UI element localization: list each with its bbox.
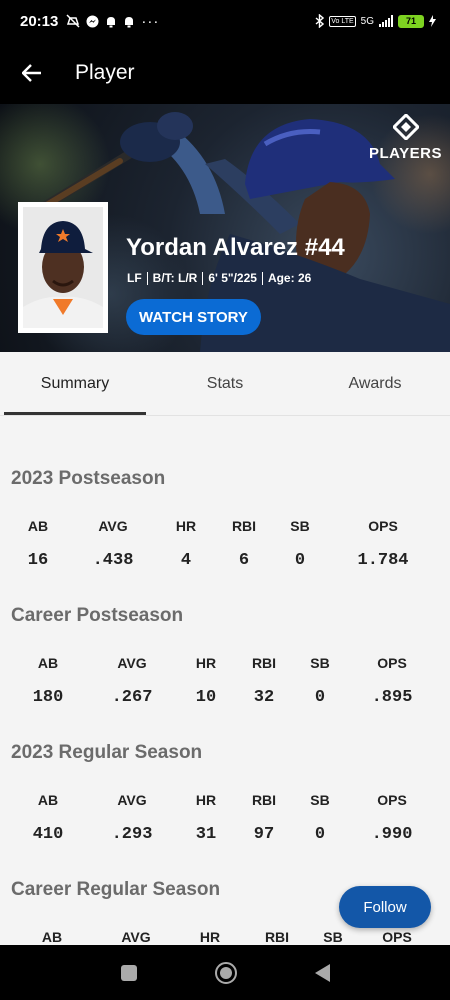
section-title: 2023 Regular Season: [11, 742, 203, 763]
arrow-left-icon: [22, 64, 41, 82]
signal-icon: [379, 15, 393, 27]
bell-icon: [107, 16, 116, 27]
stats-header-row: AB AVG HR RBI SB OPS: [0, 929, 450, 945]
follow-button[interactable]: Follow: [339, 886, 431, 928]
player-name: Yordan Alvarez #44: [126, 234, 345, 261]
stat-header-rbi: RBI: [231, 518, 257, 534]
notification-icons: ···: [66, 13, 159, 30]
tab-stats[interactable]: Stats: [150, 352, 300, 415]
volte-icon: Vo LTE: [329, 15, 356, 27]
headshot-image: [23, 207, 103, 328]
stat-header-sb: SB: [310, 792, 330, 808]
back-button[interactable]: [0, 42, 64, 104]
stat-header-rbi: RBI: [251, 655, 277, 671]
stat-header-avg: AVG: [98, 518, 128, 534]
stats-section-2023-postseason: 2023 Postseason AB AVG HR RBI SB OPS 16 …: [0, 417, 450, 570]
stat-header-ops: OPS: [382, 929, 412, 945]
status-bar: 20:13 ··· Vo LTE 5G 71: [0, 0, 450, 42]
meta-divider: [261, 271, 263, 285]
tab-stats-label: Stats: [206, 374, 244, 392]
section-title: Career Regular Season: [11, 879, 221, 900]
system-nav-bar: [0, 945, 450, 1000]
system-icons: Vo LTE 5G 71: [315, 14, 436, 28]
system-back-icon[interactable]: [314, 963, 330, 982]
stat-header-sb: SB: [290, 518, 310, 534]
player-bats-throws: B/T: L/R: [152, 271, 198, 285]
stat-header-ab: AB: [41, 929, 63, 945]
watch-story-button[interactable]: WATCH STORY: [126, 299, 261, 335]
stats-header-row: AB AVG HR RBI SB OPS: [0, 792, 450, 812]
charging-icon: [429, 15, 436, 27]
stat-header-hr: HR: [195, 792, 217, 808]
stat-header-sb: SB: [323, 929, 343, 945]
stat-header-avg: AVG: [117, 792, 147, 808]
player-position: LF: [127, 271, 142, 285]
players-logo-icon: [391, 112, 420, 142]
bell-icon: [125, 16, 134, 27]
stat-header-hr: HR: [195, 655, 217, 671]
player-hero: PLAYERS Yordan Alvarez #44 LF B/T: L/R 6…: [0, 104, 450, 352]
status-time: 20:13: [20, 12, 59, 30]
meta-divider: [146, 271, 148, 285]
stat-header-ab: AB: [37, 792, 59, 808]
more-notifications-icon: ···: [141, 12, 160, 30]
summary-content[interactable]: 2023 Postseason AB AVG HR RBI SB OPS 16 …: [0, 417, 450, 945]
active-tab-indicator: [4, 412, 146, 415]
home-icon[interactable]: [214, 961, 237, 984]
player-height-weight: 6' 5"/225: [208, 271, 257, 285]
app-bar: Player: [0, 42, 450, 104]
player-headshot: [18, 202, 108, 333]
bluetooth-icon: [315, 14, 325, 28]
stats-section-2023-regular-season: 2023 Regular Season AB AVG HR RBI SB OPS…: [0, 691, 450, 844]
stat-header-rbi: RBI: [251, 792, 277, 808]
tab-summary[interactable]: Summary: [0, 352, 150, 415]
player-age: Age: 26: [267, 271, 312, 285]
players-logo: PLAYERS: [369, 112, 442, 162]
tab-summary-label: Summary: [40, 374, 110, 392]
meta-divider: [202, 271, 204, 285]
stats-header-row: AB AVG HR RBI SB OPS: [0, 655, 450, 675]
mute-icon: [66, 14, 80, 28]
section-title: 2023 Postseason: [11, 468, 166, 489]
battery-icon: 71: [398, 14, 424, 28]
players-logo-text: PLAYERS: [369, 145, 442, 162]
network-type: 5G: [360, 15, 374, 27]
stats-section-career-postseason: Career Postseason AB AVG HR RBI SB OPS 1…: [0, 554, 450, 707]
stat-header-sb: SB: [310, 655, 330, 671]
stat-header-hr: HR: [199, 929, 221, 945]
stat-header-avg: AVG: [117, 655, 147, 671]
section-title: Career Postseason: [11, 605, 184, 626]
tab-bar: Summary Stats Awards: [0, 352, 450, 416]
stats-header-row: AB AVG HR RBI SB OPS: [0, 518, 450, 538]
messenger-icon: [86, 15, 99, 27]
stat-header-rbi: RBI: [264, 929, 290, 945]
stat-header-ab: AB: [27, 518, 49, 534]
tab-awards-label: Awards: [348, 374, 402, 392]
stat-header-hr: HR: [175, 518, 197, 534]
headshot-photo: [23, 207, 103, 328]
stat-header-ops: OPS: [377, 792, 407, 808]
page-title: Player: [75, 61, 135, 84]
stat-header-ab: AB: [37, 655, 59, 671]
player-meta: LF B/T: L/R 6' 5"/225 Age: 26: [127, 271, 311, 285]
stat-header-ops: OPS: [377, 655, 407, 671]
tab-awards[interactable]: Awards: [300, 352, 450, 415]
recent-apps-icon[interactable]: [120, 964, 137, 981]
stat-header-ops: OPS: [368, 518, 398, 534]
stat-header-avg: AVG: [121, 929, 151, 945]
